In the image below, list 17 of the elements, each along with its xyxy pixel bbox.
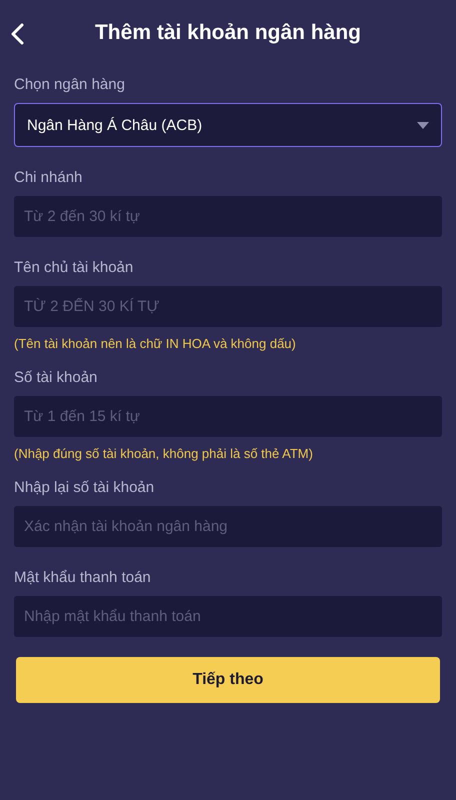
input-field[interactable]: Từ 2 đến 30 kí tự [14, 196, 442, 237]
caret-icon [417, 122, 429, 128]
field-label: Số tài khoản [14, 369, 98, 386]
next-button[interactable]: Tiếp theo [16, 657, 440, 703]
back-icon[interactable] [10, 23, 24, 45]
field-label: Tên chủ tài khoản [14, 259, 134, 276]
field-label: Chi nhánh [14, 169, 84, 186]
field-label: Nhập lại số tài khoản [14, 479, 156, 496]
field-label: Chọn ngân hàng [14, 76, 126, 93]
input-field[interactable]: Xác nhận tài khoản ngân hàng [14, 506, 442, 547]
hint-text: (Nhập đúng số tài khoản, không phải là số thẻ ATM) [14, 446, 314, 461]
page-title: Thêm tài khoản ngân hàng [94, 21, 362, 45]
field-label: Mật khẩu thanh toán [14, 569, 152, 586]
input-field[interactable]: Từ 1 đến 15 kí tự [14, 396, 442, 437]
bank-dropdown[interactable]: Ngân Hàng Á Châu (ACB) [14, 103, 442, 147]
input-field[interactable]: Nhập mật khẩu thanh toán [14, 596, 442, 637]
hint-text: (Tên tài khoản nên là chữ IN HOA và không dấu) [14, 336, 297, 351]
